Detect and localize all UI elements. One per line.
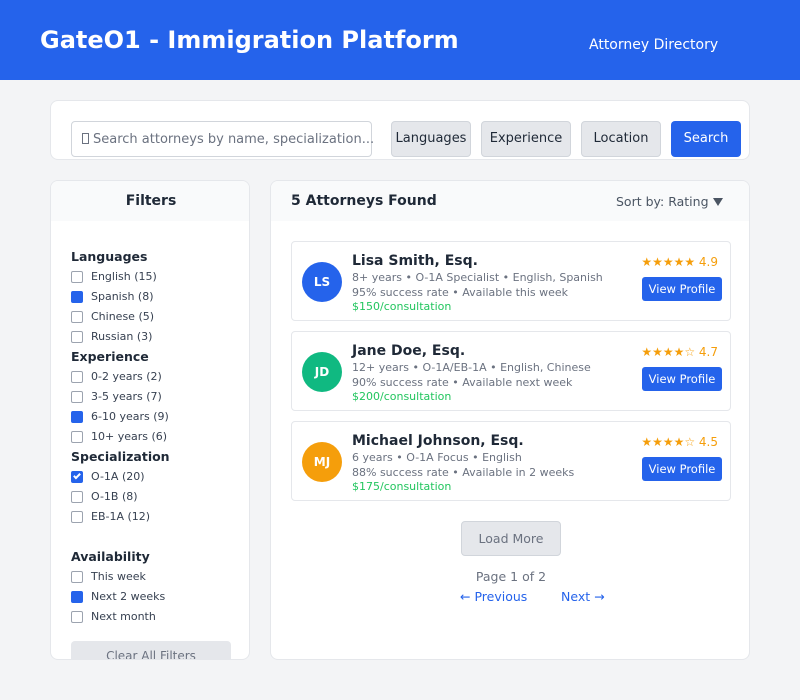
load-more-button[interactable]: Load More [461,521,561,556]
page-info: Page 1 of 2 [475,569,547,584]
checkbox[interactable] [71,511,83,523]
filter-group-specialization-title: Specialization [71,449,170,464]
experience-filter-button[interactable]: Experience [481,121,571,157]
filter-option-label: Spanish (8) [91,290,154,303]
checkbox[interactable] [71,471,83,483]
filters-header: Filters [51,181,249,221]
attorney-price: $150/consultation [352,300,452,313]
checkbox[interactable] [71,311,83,323]
attorney-card: LS Lisa Smith, Esq. 8+ years • O-1A Spec… [291,241,731,321]
filter-option-label: O-1A (20) [91,470,145,483]
results-count-title: 5 Attorneys Found [291,193,437,209]
filter-option-label: Next 2 weeks [91,590,166,603]
filter-group-languages-title: Languages [71,249,148,264]
filter-option-label: O-1B (8) [91,490,138,503]
checkbox[interactable] [71,431,83,443]
location-filter-button[interactable]: Location [581,121,661,157]
filters-title: Filters [125,193,177,209]
attorney-stats: 90% success rate • Available next week [352,376,573,389]
attorney-details: 6 years • O-1A Focus • English [352,451,522,464]
checkbox[interactable] [71,571,83,583]
checkmark-icon [73,471,81,480]
attorney-price: $175/consultation [352,480,452,493]
attorney-card: JD Jane Doe, Esq. 12+ years • O-1A/EB-1A… [291,331,731,411]
attorney-stats: 95% success rate • Available this week [352,286,569,299]
checkbox[interactable] [71,291,83,303]
attorney-price: $200/consultation [352,390,452,403]
next-page-link[interactable]: Next → [561,589,605,604]
view-profile-button[interactable]: View Profile [642,457,722,481]
search-icon [82,133,89,144]
checkbox[interactable] [71,331,83,343]
checkbox[interactable] [71,491,83,503]
checkbox[interactable] [71,371,83,383]
filter-group-availability-title: Availability [71,549,150,564]
avatar: JD [302,352,342,392]
search-placeholder-text: Search attorneys by name, specialization… [93,132,375,147]
results-header: 5 Attorneys Found Sort by: Rating [271,181,749,221]
filter-option-label: This week [91,570,146,583]
filters-panel: Filters Languages English (15) Spanish (… [50,180,250,660]
view-profile-button[interactable]: View Profile [642,367,722,391]
caret-down-icon [712,198,723,206]
filter-option-label: 10+ years (6) [91,430,168,443]
search-button[interactable]: Search [671,121,741,157]
app-title: GateO1 - Immigration Platform [40,26,459,54]
avatar: MJ [302,442,342,482]
app-header: GateO1 - Immigration Platform Attorney D… [0,0,800,80]
attorney-directory-link[interactable]: Attorney Directory [589,37,718,53]
attorney-name: Jane Doe, Esq. [352,343,466,359]
filter-option-label: English (15) [91,270,157,283]
filter-option-label: 3-5 years (7) [91,390,162,403]
attorney-name: Michael Johnson, Esq. [352,433,524,449]
filter-option-label: EB-1A (12) [91,510,151,523]
checkbox[interactable] [71,271,83,283]
previous-page-link[interactable]: ← Previous [460,589,527,604]
checkbox[interactable] [71,591,83,603]
attorney-details: 12+ years • O-1A/EB-1A • English, Chines… [352,361,591,374]
checkbox[interactable] [71,611,83,623]
sort-dropdown-label: Sort by: Rating [616,194,709,209]
attorney-rating: ★★★★☆ 4.7 [641,345,718,359]
filter-group-experience-title: Experience [71,349,149,364]
filter-option-label: 0-2 years (2) [91,370,162,383]
search-bar: Search attorneys by name, specialization… [50,100,750,160]
sort-dropdown[interactable]: Sort by: Rating [616,194,723,209]
view-profile-button[interactable]: View Profile [642,277,722,301]
filter-option-label: Chinese (5) [91,310,155,323]
results-panel: 5 Attorneys Found Sort by: Rating LS Lis… [270,180,750,660]
attorney-rating: ★★★★☆ 4.5 [641,435,718,449]
languages-filter-button[interactable]: Languages [391,121,471,157]
checkbox[interactable] [71,411,83,423]
attorney-card: MJ Michael Johnson, Esq. 6 years • O-1A … [291,421,731,501]
attorney-stats: 88% success rate • Available in 2 weeks [352,466,575,479]
attorney-details: 8+ years • O-1A Specialist • English, Sp… [352,271,603,284]
clear-all-filters-button[interactable]: Clear All Filters [71,641,231,659]
avatar: LS [302,262,342,302]
attorney-name: Lisa Smith, Esq. [352,253,478,269]
filter-option-label: Russian (3) [91,330,153,343]
attorney-rating: ★★★★★ 4.9 [641,255,718,269]
search-placeholder: Search attorneys by name, specialization… [82,132,374,147]
filter-option-label: 6-10 years (9) [91,410,169,423]
checkbox[interactable] [71,391,83,403]
filter-option-label: Next month [91,610,156,623]
search-input[interactable]: Search attorneys by name, specialization… [71,121,374,157]
